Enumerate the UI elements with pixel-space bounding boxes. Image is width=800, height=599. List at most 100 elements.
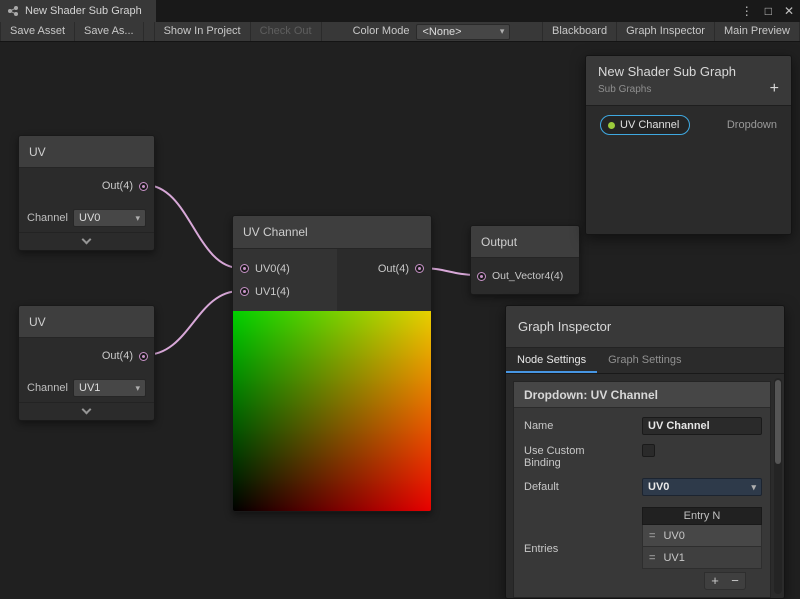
output-port[interactable] (415, 264, 424, 273)
blackboard-title: New Shader Sub Graph (598, 64, 779, 79)
titlebar: New Shader Sub Graph ⋮ □ ✕ (0, 0, 800, 22)
tab-title: New Shader Sub Graph (25, 5, 142, 17)
property-name: UV Channel (620, 119, 679, 131)
inspector-title: Graph Inspector (506, 306, 784, 348)
input-ports: UV0(4) UV1(4) (233, 249, 337, 311)
blackboard-panel[interactable]: New Shader Sub Graph Sub Graphs + UV Cha… (585, 55, 792, 235)
edge-uv2-to-uv1[interactable] (145, 291, 240, 355)
port-label-out: Out(4) (378, 263, 409, 275)
entry-row[interactable]: = UV1 (642, 547, 762, 569)
output-port-row: Out(4) (19, 168, 154, 204)
toolbar-spacer (510, 22, 542, 41)
color-mode-dropdown[interactable]: <None> ▾ (416, 24, 510, 40)
default-label: Default (524, 481, 642, 493)
save-asset-button[interactable]: Save Asset (0, 22, 75, 41)
tab-graph-settings[interactable]: Graph Settings (597, 348, 692, 373)
channel-dropdown[interactable]: UV1 ▾ (73, 379, 146, 397)
default-field-row: Default UV0 ▾ (514, 478, 770, 496)
node-body: UV0(4) UV1(4) Out(4) (233, 249, 431, 311)
uv-node-2[interactable]: UV Out(4) Channel UV1 ▾ (18, 305, 155, 421)
tab-node-settings[interactable]: Node Settings (506, 348, 597, 373)
close-icon[interactable]: ✕ (784, 0, 794, 22)
input-port[interactable] (477, 272, 486, 281)
chevron-down-icon (82, 405, 92, 415)
chevron-down-icon: ▾ (500, 26, 505, 37)
show-in-project-button[interactable]: Show In Project (154, 22, 251, 41)
input-port-row: UV0(4) (233, 257, 337, 280)
blackboard-body: UV Channel Dropdown (586, 106, 791, 235)
output-node[interactable]: Output Out_Vector4(4) (470, 225, 580, 295)
kebab-menu-icon[interactable]: ⋮ (741, 0, 753, 22)
node-title[interactable]: UV (19, 306, 154, 338)
add-entry-button[interactable]: + (705, 573, 725, 589)
graph-inspector-panel[interactable]: Graph Inspector Node Settings Graph Sett… (505, 305, 785, 599)
entries-field-row: Entries Entry N = UV0 = UV1 (514, 507, 770, 590)
entries-list-header: Entry N (642, 507, 762, 525)
window-tab[interactable]: New Shader Sub Graph (0, 0, 156, 22)
maximize-icon[interactable]: □ (765, 0, 772, 22)
default-value: UV0 (648, 481, 669, 493)
shader-graph-icon (7, 5, 19, 17)
entries-footer: + − (642, 572, 746, 590)
channel-control-row: Channel UV0 ▾ (19, 204, 154, 232)
drag-handle-icon[interactable]: = (649, 530, 655, 542)
entries-label: Entries (524, 543, 642, 555)
entries-footer-buttons: + − (704, 572, 746, 590)
inspector-content: Dropdown: UV Channel Name UV Channel Use… (506, 374, 784, 598)
use-custom-binding-label: Use Custom Binding (524, 445, 642, 469)
channel-label: Channel (27, 382, 69, 394)
drag-handle-icon[interactable]: = (649, 552, 655, 564)
uv-node-1[interactable]: UV Out(4) Channel UV0 ▾ (18, 135, 155, 251)
remove-entry-button[interactable]: − (725, 573, 745, 589)
port-label-out-vector4: Out_Vector4(4) (492, 270, 563, 282)
input-port-uv1[interactable] (240, 287, 249, 296)
chevron-down-icon: ▾ (135, 383, 140, 394)
channel-dropdown[interactable]: UV0 ▾ (73, 209, 146, 227)
dropdown-settings-section: Dropdown: UV Channel Name UV Channel Use… (513, 381, 771, 598)
output-port-row: Out(4) (378, 257, 424, 280)
output-port-row: Out(4) (19, 338, 154, 374)
port-label-uv0: UV0(4) (255, 263, 290, 275)
port-label-out: Out(4) (102, 180, 133, 192)
blackboard-subtitle: Sub Graphs (598, 84, 779, 95)
collapse-toggle[interactable] (19, 232, 154, 250)
blackboard-property-row[interactable]: UV Channel Dropdown (600, 115, 777, 135)
blackboard-toggle-button[interactable]: Blackboard (542, 22, 617, 41)
output-port[interactable] (139, 182, 148, 191)
graph-inspector-toggle-button[interactable]: Graph Inspector (617, 22, 715, 41)
default-dropdown[interactable]: UV0 ▾ (642, 478, 762, 496)
use-custom-binding-checkbox[interactable] (642, 444, 655, 457)
check-out-button: Check Out (251, 22, 322, 41)
scrollbar[interactable] (774, 378, 782, 594)
scrollbar-thumb[interactable] (775, 380, 781, 464)
property-pill[interactable]: UV Channel (600, 115, 690, 135)
node-title[interactable]: UV Channel (233, 216, 431, 249)
port-label-uv1: UV1(4) (255, 286, 290, 298)
custom-binding-field-row: Use Custom Binding (514, 444, 770, 469)
graph-canvas[interactable]: UV Out(4) Channel UV0 ▾ UV Out(4) Channe… (0, 42, 800, 599)
entry-row[interactable]: = UV0 (642, 525, 762, 547)
entry-name: UV0 (663, 530, 684, 542)
channel-label: Channel (27, 212, 69, 224)
input-port-uv0[interactable] (240, 264, 249, 273)
chevron-down-icon: ▾ (751, 482, 756, 493)
color-mode-label: Color Mode (346, 22, 417, 41)
output-port[interactable] (139, 352, 148, 361)
entries-list: Entry N = UV0 = UV1 + − (642, 507, 762, 590)
input-port-row: UV1(4) (233, 280, 337, 303)
channel-value: UV1 (79, 382, 100, 394)
save-as-button[interactable]: Save As... (75, 22, 144, 41)
uv-preview (233, 311, 431, 511)
collapse-toggle[interactable] (19, 402, 154, 420)
node-title[interactable]: Output (471, 226, 579, 258)
toolbar: Save Asset Save As... Show In Project Ch… (0, 22, 800, 42)
property-type: Dropdown (727, 119, 777, 131)
exposed-dot-icon (608, 122, 615, 129)
add-property-button[interactable]: + (770, 80, 779, 98)
edge-uv1-to-uv0[interactable] (145, 185, 240, 268)
main-preview-toggle-button[interactable]: Main Preview (715, 22, 800, 41)
name-input[interactable]: UV Channel (642, 417, 762, 435)
uv-channel-node[interactable]: UV Channel UV0(4) UV1(4) Out(4) (232, 215, 432, 512)
node-title[interactable]: UV (19, 136, 154, 168)
toolbar-gap (144, 22, 154, 41)
